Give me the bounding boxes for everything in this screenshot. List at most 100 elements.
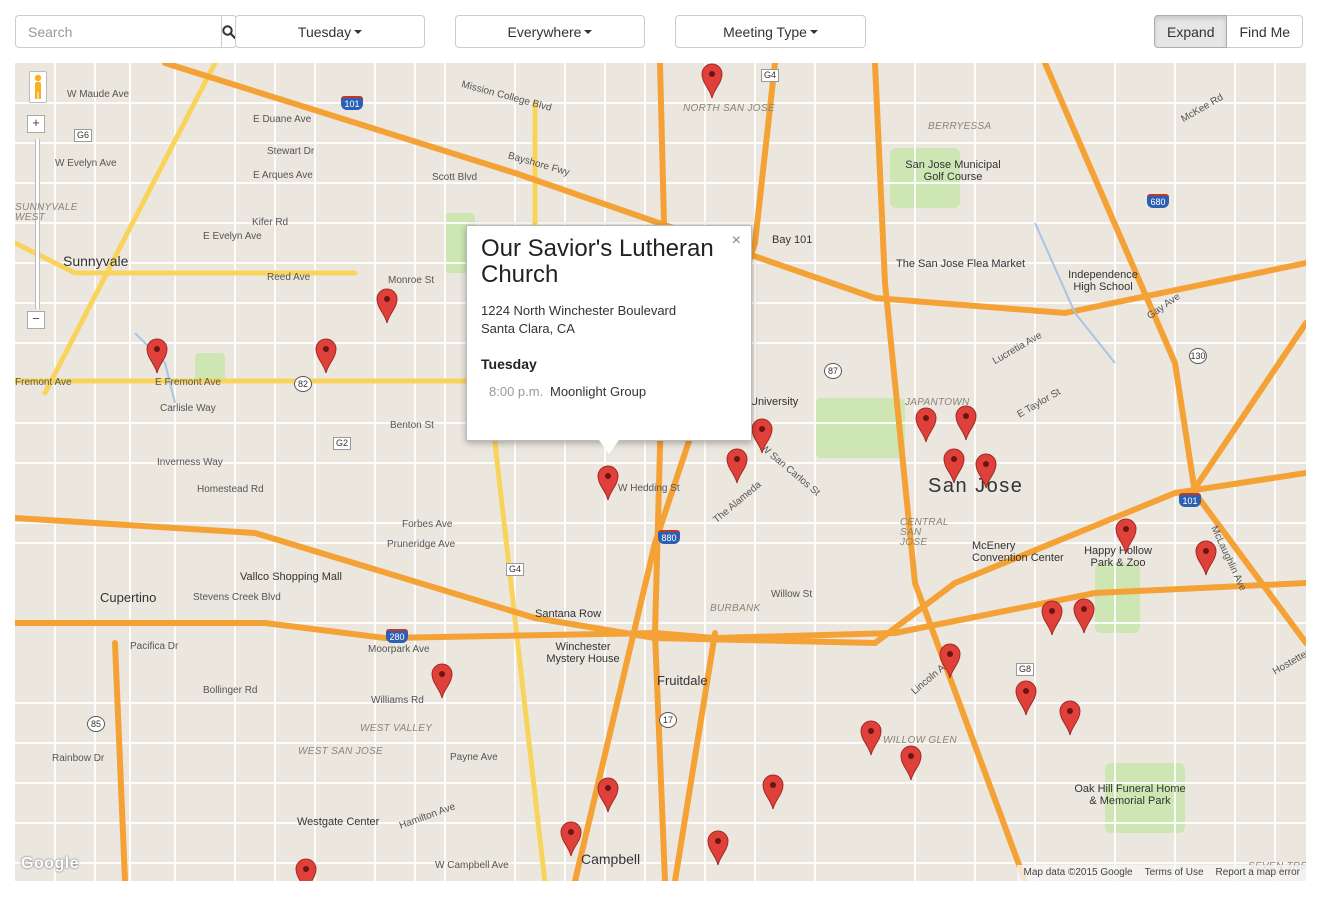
popup-address-line1: 1224 North Winchester Boulevard — [481, 303, 677, 318]
poi-label: University — [750, 396, 799, 408]
meeting-marker-icon[interactable] — [1115, 518, 1137, 554]
google-logo: Google — [21, 855, 80, 872]
popup-close-button[interactable]: × — [732, 232, 741, 250]
city-label: Sunnyvale — [63, 253, 129, 269]
meeting-marker-icon[interactable] — [915, 407, 937, 443]
day-dropdown[interactable]: Tuesday — [235, 15, 425, 48]
zoom-slider-track[interactable] — [35, 139, 40, 309]
meeting-marker-icon[interactable] — [376, 288, 398, 324]
poi-label: San Jose Municipal Golf Course — [905, 159, 1001, 183]
popup-address: 1224 North Winchester Boulevard Santa Cl… — [481, 302, 676, 338]
caret-down-icon — [584, 29, 593, 34]
street-label: Fremont Ave — [15, 377, 72, 388]
meeting-marker-icon[interactable] — [900, 745, 922, 781]
highway-87-shield: 87 — [824, 363, 842, 379]
meeting-type-dropdown-label: Meeting Type — [723, 23, 807, 40]
terms-of-use-link[interactable]: Terms of Use — [1145, 865, 1204, 881]
city-label: Cupertino — [100, 590, 157, 605]
street-label: Forbes Ave — [402, 519, 453, 530]
meeting-marker-icon[interactable] — [1015, 680, 1037, 716]
meeting-marker-icon[interactable] — [762, 774, 784, 810]
road-shield: G2 — [333, 437, 352, 450]
map-data-credit: Map data ©2015 Google — [1023, 867, 1133, 878]
street-label: E Fremont Ave — [155, 377, 221, 388]
caret-down-icon — [809, 29, 818, 34]
meeting-marker-icon[interactable] — [707, 830, 729, 866]
highway-680-shield: 680 — [1147, 194, 1169, 208]
highway-280-shield: 280 — [386, 629, 408, 643]
district-label: CENTRAL SAN JOSE — [900, 517, 949, 548]
highway-880-shield: 880 — [658, 530, 680, 544]
poi-label: Bay 101 — [772, 234, 813, 246]
poi-label: Independence High School — [1068, 269, 1138, 293]
poi-label: Westgate Center — [297, 816, 380, 828]
street-label: Stewart Dr — [267, 146, 315, 157]
meeting-marker-icon[interactable] — [146, 338, 168, 374]
meeting-type-dropdown[interactable]: Meeting Type — [675, 15, 866, 48]
popup-title: Our Savior's Lutheran Church — [481, 235, 714, 288]
pegman-icon[interactable] — [29, 71, 47, 103]
meeting-marker-icon[interactable] — [1073, 598, 1095, 634]
poi-label: Santana Row — [535, 608, 602, 620]
meeting-marker-icon[interactable] — [701, 63, 723, 99]
district-label: SUNNYVALE WEST — [15, 202, 78, 223]
view-button-group: Expand Find Me — [1154, 15, 1304, 48]
day-dropdown-label: Tuesday — [297, 23, 352, 40]
street-label: Monroe St — [388, 275, 435, 286]
district-label: WEST SAN JOSE — [298, 746, 384, 757]
poi-label: McEnery Convention Center — [972, 540, 1064, 564]
map-base — [15, 63, 1306, 881]
street-label: Kifer Rd — [252, 217, 289, 228]
street-label: Williams Rd — [371, 695, 424, 706]
meeting-marker-icon[interactable] — [560, 821, 582, 857]
zoom-out-button[interactable]: − — [27, 311, 45, 329]
city-label: Fruitdale — [657, 673, 708, 688]
street-label: Scott Blvd — [432, 172, 478, 183]
street-label: Rainbow Dr — [52, 753, 105, 764]
street-label: Willow St — [771, 589, 813, 600]
road-shield: G4 — [761, 69, 780, 82]
region-dropdown[interactable]: Everywhere — [455, 15, 645, 48]
search-input[interactable] — [15, 15, 221, 48]
meeting-marker-icon[interactable] — [1195, 540, 1217, 576]
meeting-marker-icon[interactable] — [975, 453, 997, 489]
street-label: Payne Ave — [450, 752, 498, 763]
meeting-marker-icon[interactable] — [597, 465, 619, 501]
meeting-marker-icon[interactable] — [315, 338, 337, 374]
street-label: Pruneridge Ave — [387, 539, 456, 550]
meeting-marker-icon[interactable] — [295, 858, 317, 881]
street-label: Reed Ave — [267, 272, 311, 283]
highway-17-shield: 17 — [659, 712, 677, 728]
meeting-marker-icon[interactable] — [955, 405, 977, 441]
meeting-info-popup: × Our Savior's Lutheran Church 1224 Nort… — [466, 225, 752, 454]
meeting-marker-icon[interactable] — [431, 663, 453, 699]
street-label: Homestead Rd — [197, 484, 264, 495]
meeting-marker-icon[interactable] — [597, 777, 619, 813]
meeting-marker-icon[interactable] — [1059, 700, 1081, 736]
meeting-marker-icon[interactable] — [1041, 600, 1063, 636]
search-icon — [222, 24, 236, 39]
district-label: WEST VALLEY — [360, 723, 433, 734]
district-label: NORTH SAN JOSE — [683, 103, 775, 114]
street-label: E Duane Ave — [253, 114, 312, 125]
poi-label: Winchester Mystery House — [546, 641, 620, 665]
map[interactable]: + − Sunnyvale San Jose Cupertino Campbel… — [15, 63, 1306, 881]
report-map-error-link[interactable]: Report a map error — [1216, 865, 1300, 881]
meeting-marker-icon[interactable] — [943, 448, 965, 484]
road-shield: G6 — [74, 129, 93, 142]
meeting-marker-icon[interactable] — [751, 418, 773, 454]
meeting-marker-icon[interactable] — [726, 448, 748, 484]
meeting-name-link[interactable]: Moonlight Group — [550, 384, 646, 399]
poi-label: Vallco Shopping Mall — [240, 571, 342, 583]
meeting-marker-icon[interactable] — [939, 643, 961, 679]
popup-day: Tuesday — [481, 356, 537, 372]
street-label: W Campbell Ave — [435, 860, 509, 871]
find-me-button[interactable]: Find Me — [1227, 15, 1304, 48]
highway-101-shield: 101 — [341, 96, 363, 110]
zoom-in-button[interactable]: + — [27, 115, 45, 133]
meeting-marker-icon[interactable] — [860, 720, 882, 756]
street-label: E Arques Ave — [253, 170, 313, 181]
highway-85-shield: 85 — [87, 716, 105, 732]
caret-down-icon — [354, 29, 363, 34]
expand-button[interactable]: Expand — [1154, 15, 1228, 48]
